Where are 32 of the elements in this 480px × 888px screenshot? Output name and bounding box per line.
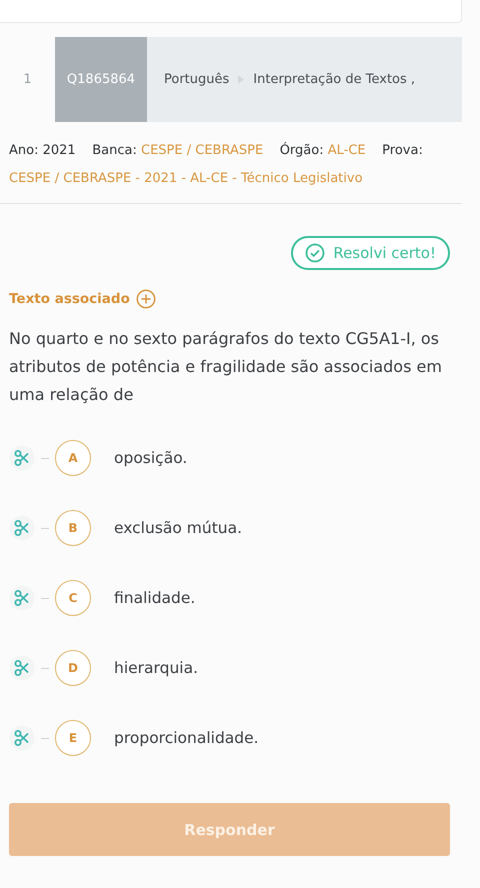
option-letter[interactable]: E <box>55 720 91 756</box>
check-icon <box>305 243 326 263</box>
option-text[interactable]: proporcionalidade. <box>114 729 259 747</box>
option-letter[interactable]: D <box>55 650 91 686</box>
option-text[interactable]: finalidade. <box>114 589 196 607</box>
associated-text-link[interactable]: Texto associado <box>9 291 130 307</box>
meta-value[interactable]: AL-CE <box>328 137 366 165</box>
question-id: Q1865864 <box>55 37 147 122</box>
option-letter[interactable]: B <box>55 510 91 546</box>
exam-link[interactable]: CESPE / CEBRASPE - 2021 - AL-CE - Técnico Legislativo <box>9 165 363 193</box>
scissors-icon[interactable] <box>9 655 35 681</box>
breadcrumb-link[interactable]: Interpretação de Textos , <box>253 72 416 87</box>
question-text: No quarto e no sexto parágrafos do texto CG5A1-I, os atributos de potência e fragilidade são associados em uma relação de <box>9 328 443 406</box>
option-text[interactable]: oposição. <box>114 449 188 467</box>
option-letter[interactable]: A <box>55 440 91 476</box>
meta-label: Ano: <box>9 142 38 160</box>
meta-label: Banca: <box>92 142 137 160</box>
plus-icon[interactable] <box>136 289 156 309</box>
option-text[interactable]: exclusão mútua. <box>114 519 242 537</box>
scissors-icon[interactable] <box>9 515 35 541</box>
meta-label: Prova: <box>382 142 423 160</box>
meta-value: 2021 <box>42 142 76 160</box>
option-letter[interactable]: C <box>55 580 91 616</box>
scissors-icon[interactable] <box>9 445 35 471</box>
meta-label: Órgão: <box>280 141 324 160</box>
scissors-icon[interactable] <box>9 725 35 751</box>
question-number: 1 <box>0 37 55 122</box>
meta-value[interactable]: CESPE / CEBRASPE <box>141 137 264 165</box>
option-text[interactable]: hierarquia. <box>114 659 198 677</box>
scissors-icon[interactable] <box>9 585 35 611</box>
result-text: Resolvi certo! <box>333 244 436 262</box>
breadcrumb-link[interactable]: Português <box>164 72 230 87</box>
